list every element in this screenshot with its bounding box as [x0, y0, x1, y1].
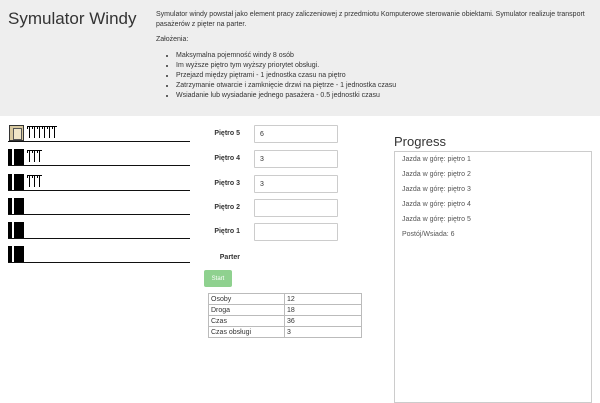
elevator-door-icon	[8, 149, 24, 165]
floor-3-label: Piętro 3	[214, 180, 240, 187]
floor-4-row	[8, 148, 190, 166]
assumption-item: Przejazd między piętrami - 1 jednostka c…	[176, 71, 436, 81]
waiting-passengers	[27, 126, 57, 138]
floor-1-row	[8, 221, 190, 239]
ground-floor-label: Parter	[219, 254, 240, 261]
assumption-item: Maksymalna pojemność windy 8 osób	[176, 51, 436, 61]
floor-5-input[interactable]	[254, 125, 338, 143]
passenger-icon	[52, 126, 57, 138]
stat-key: Czas	[208, 315, 285, 327]
log-entry: Postój/Wsiada: 6	[402, 231, 455, 238]
floor-4-label: Piętro 4	[214, 155, 240, 162]
log-entry: Jazda w górę: piętro 3	[402, 186, 471, 193]
stat-value: 18	[284, 304, 362, 316]
floor-5-row	[8, 124, 190, 142]
passenger-icon	[37, 150, 42, 162]
elevator-car-open-icon	[8, 125, 24, 141]
floor-1-label: Piętro 1	[214, 228, 240, 235]
floor-4-input[interactable]	[254, 150, 338, 168]
stat-key: Osoby	[208, 293, 285, 305]
passenger-icon	[27, 150, 32, 162]
header-panel: Symulator Windy Symulator windy powstał …	[0, 0, 600, 116]
passenger-icon	[42, 126, 47, 138]
passenger-icon	[32, 150, 37, 162]
table-row: Czas 36	[208, 315, 362, 327]
floor-1-input[interactable]	[254, 223, 338, 241]
floor-2-row	[8, 197, 190, 215]
stat-key: Droga	[208, 304, 285, 316]
start-button[interactable]: Start	[204, 270, 232, 287]
elevator-door-icon	[8, 198, 24, 214]
table-row: Osoby 12	[208, 293, 362, 305]
waiting-passengers	[27, 150, 42, 162]
progress-title: Progress	[394, 134, 447, 149]
passenger-icon	[37, 175, 42, 187]
elevator-door-icon	[8, 246, 24, 262]
floor-5-label: Piętro 5	[214, 130, 240, 137]
table-row: Droga 18	[208, 304, 362, 316]
floor-2-label: Piętro 2	[214, 204, 240, 211]
assumptions-list: Maksymalna pojemność windy 8 osób Im wyż…	[176, 51, 436, 101]
assumptions-label: Założenia:	[156, 36, 189, 43]
passenger-icon	[27, 126, 32, 138]
elevator-door-icon	[8, 174, 24, 190]
passenger-icon	[47, 126, 52, 138]
elevator-door-icon	[8, 222, 24, 238]
stat-value: 12	[284, 293, 362, 305]
waiting-passengers	[27, 175, 42, 187]
ground-floor-row	[8, 245, 190, 263]
app-description: Symulator windy powstał jako element pra…	[156, 11, 585, 28]
log-entry: Jazda w górę: piętro 2	[402, 171, 471, 178]
passenger-icon	[27, 175, 32, 187]
log-entry: Jazda w górę: piętro 5	[402, 216, 471, 223]
table-row: Czas obsługi 3	[208, 326, 362, 338]
floor-3-input[interactable]	[254, 175, 338, 193]
stat-value: 3	[284, 326, 362, 338]
assumption-item: Zatrzymanie otwarcie i zamknięcie drzwi …	[176, 81, 436, 91]
floor-2-input[interactable]	[254, 199, 338, 217]
assumption-item: Wsiadanie lub wysiadanie jednego pasażer…	[176, 91, 436, 101]
passenger-icon	[37, 126, 42, 138]
log-entry: Jazda w górę: piętro 4	[402, 201, 471, 208]
log-entry: Jazda w górę: piętro 1	[402, 156, 471, 163]
passenger-icon	[32, 126, 37, 138]
assumption-item: Im wyższe piętro tym wyższy priorytet ob…	[176, 61, 436, 71]
passenger-icon	[32, 175, 37, 187]
stats-table: Osoby 12 Droga 18 Czas 36 Czas obsługi 3	[208, 293, 362, 338]
stat-key: Czas obsługi	[208, 326, 285, 338]
floor-3-row	[8, 173, 190, 191]
app-title: Symulator Windy	[8, 9, 137, 28]
progress-log[interactable]: Jazda w górę: piętro 1 Jazda w górę: pię…	[394, 151, 592, 403]
stat-value: 36	[284, 315, 362, 327]
